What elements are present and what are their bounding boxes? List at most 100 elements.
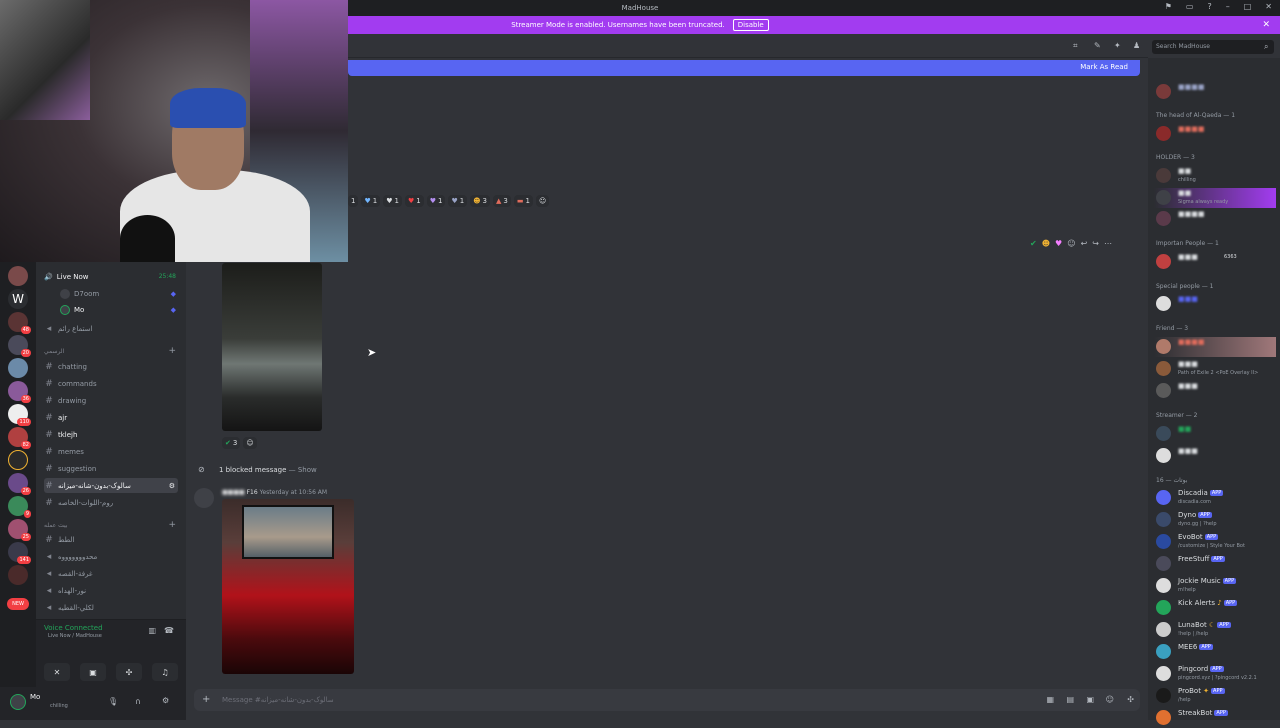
member-item-bot[interactable]: MEE6 APP	[1154, 642, 1276, 662]
voice-status[interactable]: Voice Connected	[44, 624, 103, 632]
reaction[interactable]: ☻ 3	[470, 195, 490, 207]
server-icon[interactable]	[8, 266, 28, 286]
attach-plus-icon[interactable]: +	[202, 694, 210, 705]
member-item[interactable]: ■■ Sigma always ready	[1154, 188, 1276, 208]
voice-user[interactable]: Mo ◆	[60, 302, 178, 317]
show-blocked-link[interactable]: Show	[298, 466, 317, 474]
voice-user[interactable]: D7oom ◆	[60, 286, 178, 301]
member-item[interactable]: ■■■■	[1154, 82, 1276, 102]
voice-channel[interactable]: ◂ استماع رائم	[44, 321, 178, 336]
server-icon[interactable]: 141	[8, 542, 31, 564]
member-item[interactable]: ■■■	[1154, 446, 1276, 466]
text-channel[interactable]: # ajr	[44, 410, 178, 425]
server-icon[interactable]: 20	[8, 335, 31, 357]
sticker-icon[interactable]: ▣	[1086, 695, 1094, 704]
server-icon[interactable]: 110	[8, 404, 31, 426]
search-input[interactable]: Search MadHouse	[1152, 40, 1274, 54]
server-icon[interactable]: W	[8, 289, 28, 309]
threads-icon[interactable]: ⌗	[1073, 41, 1078, 51]
server-icon[interactable]: 25	[8, 519, 31, 541]
member-item[interactable]: ■■ chilling	[1154, 166, 1276, 186]
maximize-icon[interactable]: □	[1244, 2, 1252, 11]
member-item-bot[interactable]: Pingcord APP pingcord.xyz | ?pingcord v2.2…	[1154, 664, 1276, 684]
server-icon[interactable]: 48	[8, 312, 31, 334]
server-icon[interactable]: 9	[8, 496, 31, 518]
member-item[interactable]: ■■■	[1154, 381, 1276, 401]
add-channel-icon[interactable]: +	[168, 520, 176, 530]
forward-icon[interactable]: ↪	[1092, 239, 1099, 248]
reaction[interactable]: ♥ 1	[404, 195, 424, 207]
settings-icon[interactable]: ⚙	[162, 696, 169, 705]
member-item-bot[interactable]: Kick Alerts ♪ APP	[1154, 598, 1276, 618]
reaction[interactable]: ▬ 1	[513, 195, 533, 207]
member-item-bot[interactable]: LunaBot ☾ APP !help | /help	[1154, 620, 1276, 640]
settings-icon[interactable]: ⚙	[169, 482, 175, 490]
reply-icon[interactable]: ↩	[1081, 239, 1088, 248]
voice-channel[interactable]: ◂ غرفة-القصه	[44, 566, 178, 581]
text-channel[interactable]: # روم-اللوات-الخاصه	[44, 495, 178, 510]
author-name[interactable]: ■■■■	[222, 489, 245, 496]
apps-icon[interactable]: ✣	[1127, 695, 1134, 704]
avatar[interactable]	[10, 694, 26, 710]
gif-icon[interactable]: ▤	[1066, 695, 1074, 704]
headphones-icon[interactable]: ∩	[135, 697, 141, 706]
inbox-icon[interactable]: ▭	[1186, 2, 1194, 11]
reaction[interactable]: ♥ 1	[426, 195, 446, 207]
voice-channel[interactable]: ◂ نور-الهداه	[44, 583, 178, 598]
reaction[interactable]: ♥ 1	[383, 195, 402, 207]
member-item[interactable]: ■■■■	[1154, 337, 1276, 357]
server-icon[interactable]	[8, 358, 28, 378]
server-icon[interactable]	[8, 565, 28, 585]
member-item[interactable]: ■■■	[1154, 294, 1276, 314]
image-attachment[interactable]	[222, 499, 354, 674]
add-reaction-icon[interactable]: ☺	[243, 437, 257, 449]
server-icon[interactable]: 82	[8, 427, 31, 449]
member-item[interactable]: ■■■■	[1154, 209, 1276, 229]
minimize-icon[interactable]: –	[1226, 2, 1230, 11]
text-channel-selected[interactable]: # سالوک-بدون-شانه-ميزانه ⚙	[44, 478, 178, 493]
more-icon[interactable]: ⋯	[1104, 239, 1112, 248]
member-list-icon[interactable]: ♟	[1133, 41, 1140, 50]
voice-channel[interactable]: ◂ محدوووووووه	[44, 549, 178, 564]
text-channel[interactable]: # suggestion	[44, 461, 178, 476]
reaction[interactable]: ♥ 1	[448, 195, 468, 207]
screen-share-button[interactable]: ▣	[80, 663, 106, 681]
disconnect-icon[interactable]: ☎	[164, 626, 174, 635]
smile-emoji-icon[interactable]: ☻	[1042, 239, 1050, 248]
reaction[interactable]: ♥ 1	[361, 195, 381, 207]
member-item[interactable]: ■■■ Path of Exile 2 <PoE Overlay II>	[1154, 359, 1276, 379]
activities-button[interactable]: ✣	[116, 663, 142, 681]
noise-suppression-icon[interactable]: ▥	[148, 626, 156, 635]
member-item-bot[interactable]: Discadia APP discadia.com	[1154, 488, 1276, 508]
reaction[interactable]: 1	[348, 195, 359, 207]
text-channel[interactable]: # tklejh	[44, 427, 178, 442]
reaction[interactable]: ▲ 3	[493, 195, 511, 207]
message-composer[interactable]: + Message #سالوک-بدون-شانه-ميزانه ▦ ▤ ▣ …	[194, 689, 1140, 711]
member-item-bot[interactable]: Jockie Music APP m!help	[1154, 576, 1276, 596]
member-item[interactable]: ■■■■	[1154, 124, 1276, 144]
pinned-icon[interactable]: ✦	[1114, 41, 1121, 50]
text-channel[interactable]: # drawing	[44, 393, 178, 408]
help-icon[interactable]: ?	[1207, 2, 1211, 11]
gift-icon[interactable]: ▦	[1046, 695, 1054, 704]
new-messages-bar[interactable]: Mark As Read	[348, 60, 1140, 76]
close-window-icon[interactable]: ✕	[1265, 2, 1272, 11]
heart-emoji-icon[interactable]: ♥	[1055, 239, 1062, 248]
text-channel[interactable]: # chatting	[44, 359, 178, 374]
pin-icon[interactable]: ⚑	[1165, 2, 1172, 11]
text-channel[interactable]: # memes	[44, 444, 178, 459]
emoji-icon[interactable]: ☺	[1106, 695, 1114, 704]
text-channel[interactable]: # الطط	[44, 532, 178, 547]
text-channel[interactable]: # commands	[44, 376, 178, 391]
member-item-bot[interactable]: Dyno APP dyno.gg | ?help	[1154, 510, 1276, 530]
check-emoji-icon[interactable]: ✔	[1030, 239, 1037, 248]
server-icon[interactable]: 36	[8, 381, 31, 403]
username[interactable]: Mo	[30, 693, 40, 701]
member-item-bot[interactable]: ProBot ✦ APP/help	[1154, 686, 1276, 706]
category-header[interactable]: بيت عمله	[44, 522, 68, 529]
close-banner-icon[interactable]: ✕	[1262, 20, 1270, 30]
voice-channel[interactable]: ◂ لكلي-القطيه	[44, 600, 178, 615]
camera-button[interactable]: ✕	[44, 663, 70, 681]
member-item[interactable]: ■■■ 6363	[1154, 252, 1276, 272]
category-header[interactable]: الرسمي	[44, 348, 64, 355]
